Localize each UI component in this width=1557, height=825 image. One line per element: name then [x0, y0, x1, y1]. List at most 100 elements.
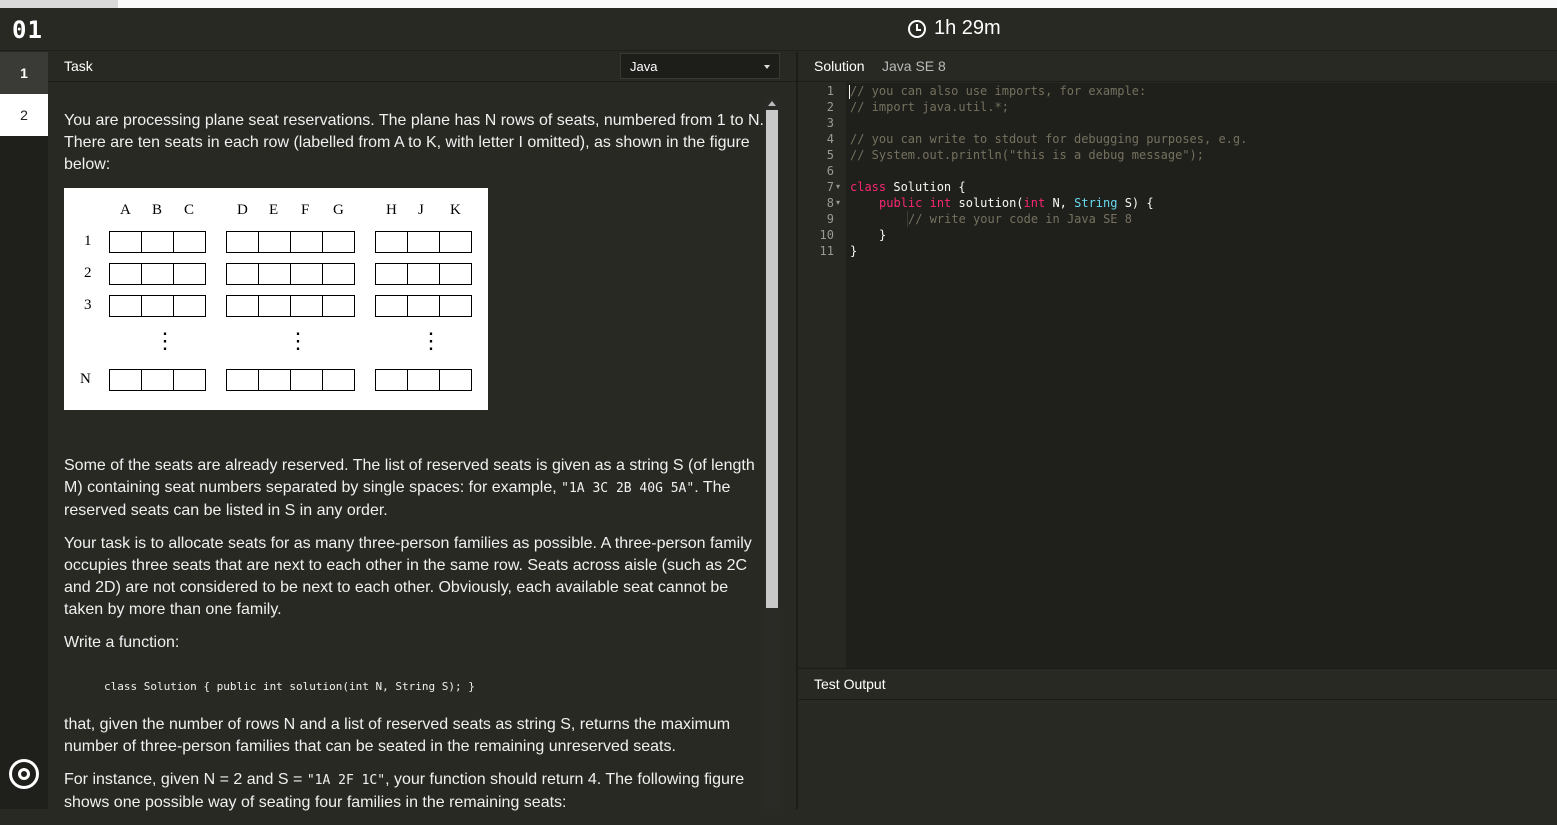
timer: 1h 29m: [908, 17, 1001, 40]
keyword-token: int: [1023, 196, 1046, 210]
line-number: 9: [826, 212, 834, 226]
task-scrollbar[interactable]: [764, 98, 780, 809]
description-paragraph: For instance, given N = 2 and S = "1A 2F…: [64, 769, 764, 814]
description-paragraph: that, given the number of rows N and a l…: [64, 716, 731, 755]
task-tab-1[interactable]: 1: [0, 52, 48, 94]
line-number: 6: [826, 164, 834, 178]
clock-icon: [908, 19, 926, 38]
keyword-token: public: [879, 196, 923, 210]
solution-panel: Solution Java SE 8 1 2 3 4 5 6 7 ▾ 8 ▾ 9…: [798, 52, 1557, 668]
seat-column-label: C: [184, 202, 195, 218]
seat-box: [141, 369, 174, 391]
language-select-value: Java: [630, 59, 658, 74]
seat-box: [173, 263, 206, 285]
browser-top-strip: [0, 0, 1557, 8]
description-paragraph: Write a function:: [64, 634, 180, 651]
description-paragraph: Some of the seats are already reserved. …: [64, 455, 764, 522]
seat-box: [141, 231, 174, 253]
seat-box: [322, 231, 355, 253]
seat-box: [407, 295, 440, 317]
solution-label: Solution: [814, 58, 865, 74]
seat-box: [290, 231, 323, 253]
seat-box: [226, 369, 259, 391]
seat-box: [375, 369, 408, 391]
seat-column-label: F: [301, 202, 310, 218]
seat-box: [173, 295, 206, 317]
description-paragraph: You are processing plane seat reservatio…: [64, 112, 764, 173]
seat-box: [407, 231, 440, 253]
seat-row-label: 3: [84, 297, 92, 313]
task-panel: Task Java You are processing plane seat …: [48, 52, 796, 811]
code-line: // System.out.println("this is a debug m…: [850, 148, 1205, 162]
code-editor[interactable]: // you can also use imports, for example…: [846, 83, 1557, 668]
solution-toolbar: Solution Java SE 8: [798, 52, 1557, 82]
line-number: 10: [819, 228, 834, 242]
seat-row-label: 2: [84, 265, 92, 281]
code-token: S) {: [1117, 196, 1154, 210]
seat-column-label: A: [120, 202, 131, 218]
inline-code: "1A 2F 1C": [306, 773, 386, 788]
task-label: Task: [64, 58, 93, 74]
line-number: 11: [819, 244, 834, 258]
code-line: }: [850, 244, 858, 258]
code-line: // you can also use imports, for example…: [850, 84, 1147, 98]
code-line: // you can write to stdout for debugging…: [850, 132, 1248, 146]
test-output-label: Test Output: [814, 676, 886, 692]
seat-box: [322, 263, 355, 285]
seat-box: [109, 295, 142, 317]
seat-box: [226, 231, 259, 253]
line-number-gutter: 1 2 3 4 5 6 7 ▾ 8 ▾ 9 10 11: [798, 83, 846, 668]
description-paragraph: Your task is to allocate seats for as ma…: [64, 535, 752, 618]
language-select[interactable]: Java: [620, 53, 780, 79]
seat-box: [439, 263, 472, 285]
test-output-toolbar: Test Output: [798, 669, 1557, 700]
task-tab-2[interactable]: 2: [0, 94, 48, 136]
settings-icon[interactable]: [9, 759, 39, 789]
browser-tab-shadow: [0, 0, 118, 8]
line-number: 7: [826, 180, 834, 194]
text-span: For instance, given N = 2 and S =: [64, 771, 307, 788]
seat-box: [407, 263, 440, 285]
scrollbar-thumb[interactable]: [766, 110, 778, 608]
seat-box: [173, 231, 206, 253]
seat-box: [109, 263, 142, 285]
solution-language: Java SE 8: [882, 58, 946, 74]
ellipsis-dots: ⋮: [287, 328, 309, 353]
task-rail: 1 2: [0, 52, 48, 809]
seat-column-label: K: [450, 202, 461, 218]
scroll-up-arrow-icon[interactable]: [768, 101, 776, 106]
seat-column-label: D: [237, 202, 248, 218]
seat-box: [439, 369, 472, 391]
seat-box: [109, 231, 142, 253]
code-line: // write your code in Java SE 8: [908, 212, 1132, 226]
seat-box: [375, 295, 408, 317]
keyword-token: class: [850, 180, 887, 194]
line-number: 3: [826, 116, 834, 130]
code-line: public int solution(int N, String S) {: [879, 195, 1154, 211]
seat-row-label: 1: [84, 233, 92, 249]
seat-box: [226, 295, 259, 317]
seat-box: [258, 263, 291, 285]
line-number: 2: [826, 100, 834, 114]
seat-box: [258, 369, 291, 391]
seat-box: [141, 263, 174, 285]
fold-toggle-icon[interactable]: ▾: [836, 182, 840, 191]
app-header: 01 1h 29m: [0, 8, 1557, 51]
seat-box: [407, 369, 440, 391]
line-number: 8: [826, 196, 834, 210]
line-number: 1: [826, 84, 834, 98]
line-number: 5: [826, 148, 834, 162]
ellipsis-dots: ⋮: [154, 328, 176, 353]
function-signature: class Solution { public int solution(int…: [104, 680, 475, 693]
line-number: 4: [826, 132, 834, 146]
seat-box: [258, 231, 291, 253]
type-token: String: [1074, 196, 1118, 210]
timer-value: 1h 29m: [934, 17, 1001, 39]
code-token: solution(: [951, 196, 1024, 210]
seat-box: [322, 369, 355, 391]
seat-box: [258, 295, 291, 317]
seat-box: [109, 369, 142, 391]
test-output-panel: Test Output: [798, 668, 1557, 809]
fold-toggle-icon[interactable]: ▾: [836, 198, 840, 207]
keyword-token: int: [929, 196, 952, 210]
